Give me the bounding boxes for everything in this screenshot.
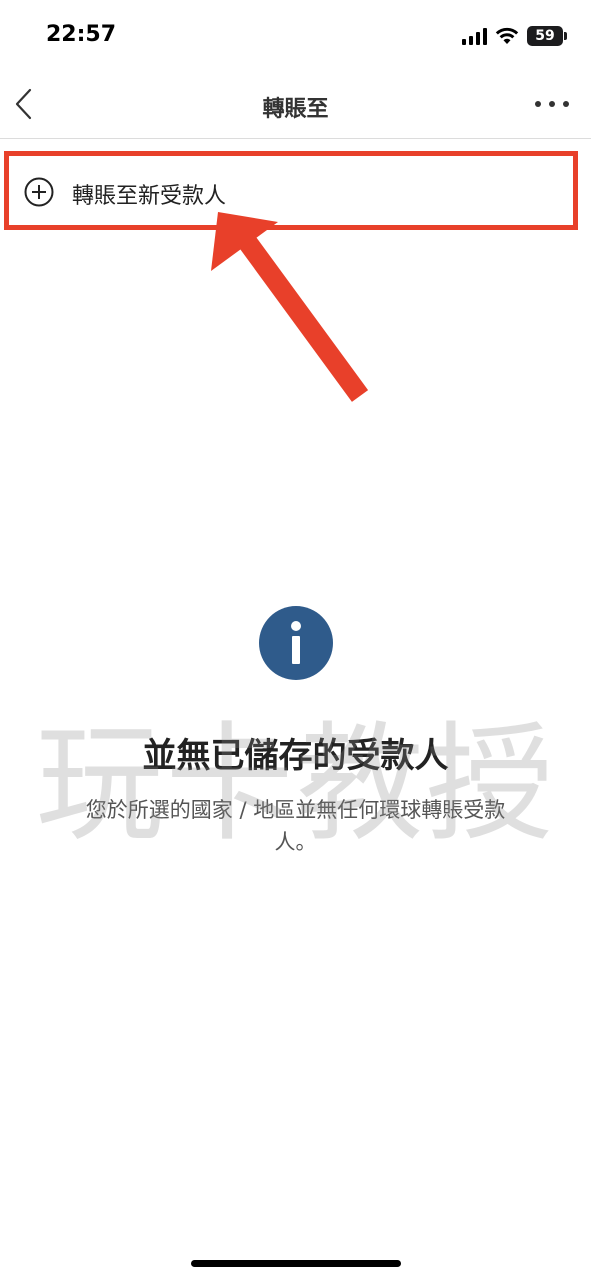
status-time: 22:57 bbox=[46, 22, 117, 47]
empty-state-description: 您於所選的國家 / 地區並無任何環球轉賬受款人。 bbox=[85, 798, 506, 854]
home-indicator bbox=[191, 1260, 401, 1267]
highlight-box bbox=[4, 151, 578, 230]
nav-bar: 轉賬至 bbox=[0, 76, 591, 139]
battery-icon: 59 bbox=[527, 26, 567, 46]
more-horizontal-icon bbox=[535, 101, 569, 107]
info-icon bbox=[259, 606, 333, 680]
wifi-icon bbox=[495, 27, 519, 44]
empty-state-title: 並無已儲存的受款人 bbox=[142, 736, 449, 776]
signal-icon bbox=[462, 27, 487, 45]
status-icons: 59 bbox=[462, 26, 567, 46]
more-button[interactable] bbox=[533, 92, 571, 116]
page-title: 轉賬至 bbox=[262, 97, 329, 122]
status-bar: 22:57 59 bbox=[0, 0, 591, 76]
